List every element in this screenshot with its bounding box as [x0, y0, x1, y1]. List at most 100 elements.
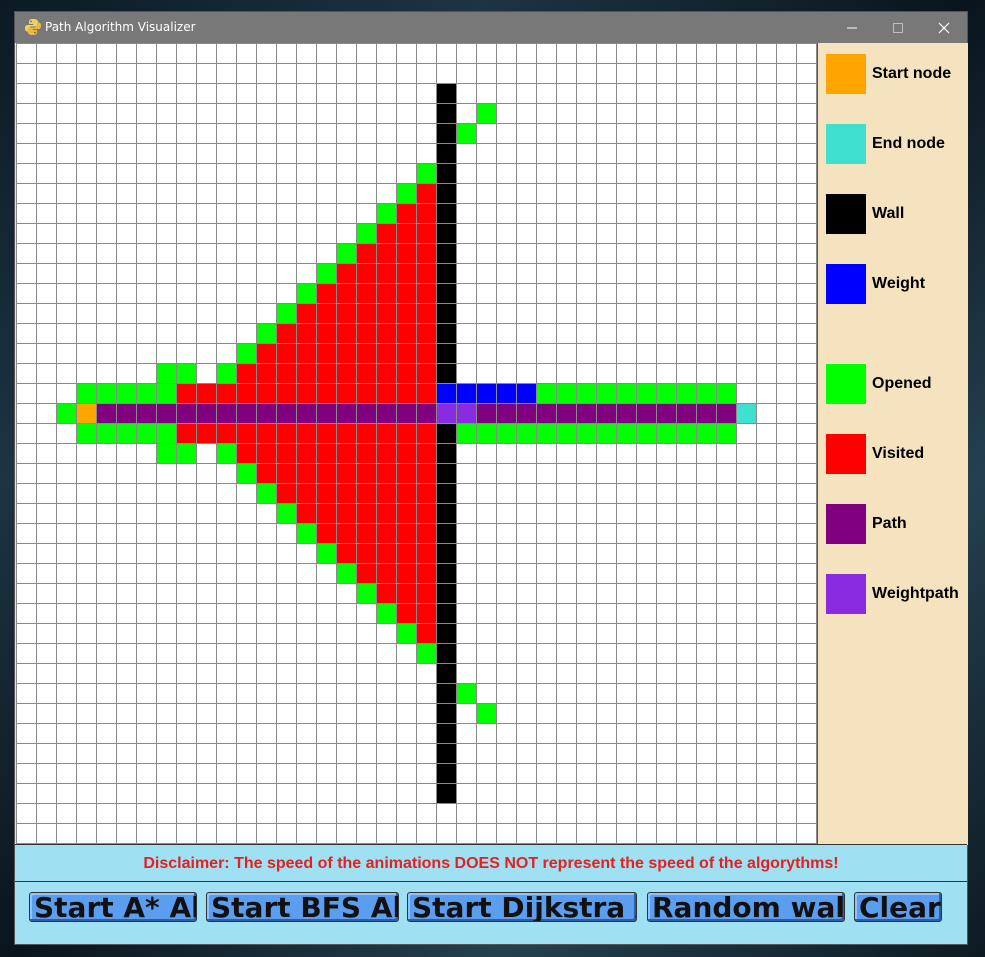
grid-cell[interactable] — [96, 523, 117, 544]
grid-cell[interactable] — [716, 583, 737, 604]
grid-cell[interactable] — [336, 763, 357, 784]
grid-cell[interactable] — [636, 323, 657, 344]
grid-cell[interactable] — [416, 583, 437, 604]
grid-cell[interactable] — [496, 683, 517, 704]
grid-cell[interactable] — [716, 43, 737, 64]
grid-cell[interactable] — [436, 63, 457, 84]
grid-cell[interactable] — [796, 643, 817, 664]
grid-cell[interactable] — [16, 463, 37, 484]
grid-cell[interactable] — [396, 183, 417, 204]
grid-cell[interactable] — [536, 543, 557, 564]
grid-cell[interactable] — [756, 43, 777, 64]
grid-cell[interactable] — [556, 83, 577, 104]
grid-cell[interactable] — [756, 263, 777, 284]
grid-cell[interactable] — [116, 763, 137, 784]
grid-cell[interactable] — [396, 163, 417, 184]
grid-cell[interactable] — [436, 143, 457, 164]
grid-cell[interactable] — [796, 743, 817, 764]
grid-cell[interactable] — [796, 43, 817, 64]
grid-cell[interactable] — [416, 763, 437, 784]
grid-cell[interactable] — [516, 363, 537, 384]
grid-cell[interactable] — [756, 423, 777, 444]
grid-cell[interactable] — [416, 403, 437, 424]
grid-cell[interactable] — [636, 543, 657, 564]
grid-cell[interactable] — [456, 763, 477, 784]
grid-cell[interactable] — [216, 463, 237, 484]
grid-cell[interactable] — [616, 703, 637, 724]
grid-cell[interactable] — [216, 263, 237, 284]
grid-cell[interactable] — [476, 243, 497, 264]
grid-cell[interactable] — [636, 263, 657, 284]
grid-cell[interactable] — [16, 263, 37, 284]
grid-cell[interactable] — [476, 643, 497, 664]
grid-cell[interactable] — [496, 443, 517, 464]
grid-cell[interactable] — [136, 503, 157, 524]
grid-cell[interactable] — [156, 623, 177, 644]
grid-cell[interactable] — [796, 663, 817, 684]
grid-cell[interactable] — [716, 803, 737, 824]
grid-cell[interactable] — [496, 703, 517, 724]
grid-cell[interactable] — [536, 223, 557, 244]
grid-cell[interactable] — [396, 263, 417, 284]
grid-cell[interactable] — [536, 203, 557, 224]
grid-cell[interactable] — [196, 523, 217, 544]
grid-cell[interactable] — [156, 363, 177, 384]
grid-cell[interactable] — [436, 463, 457, 484]
grid-cell[interactable] — [476, 523, 497, 544]
grid-cell[interactable] — [616, 683, 637, 704]
grid-cell[interactable] — [656, 603, 677, 624]
grid-cell[interactable] — [636, 663, 657, 684]
grid-cell[interactable] — [196, 143, 217, 164]
grid-cell[interactable] — [376, 703, 397, 724]
grid-cell[interactable] — [536, 83, 557, 104]
grid-cell[interactable] — [276, 243, 297, 264]
grid-cell[interactable] — [76, 483, 97, 504]
grid-cell[interactable] — [496, 823, 517, 844]
grid-cell[interactable] — [756, 103, 777, 124]
grid-cell[interactable] — [276, 303, 297, 324]
grid-cell[interactable] — [356, 363, 377, 384]
grid-cell[interactable] — [36, 43, 57, 64]
grid-cell[interactable] — [156, 743, 177, 764]
grid-cell[interactable] — [96, 483, 117, 504]
grid-cell[interactable] — [696, 583, 717, 604]
grid-cell[interactable] — [356, 703, 377, 724]
grid-cell[interactable] — [536, 423, 557, 444]
grid-cell[interactable] — [196, 623, 217, 644]
grid-cell[interactable] — [516, 543, 537, 564]
grid-cell[interactable] — [596, 503, 617, 524]
grid-cell[interactable] — [256, 783, 277, 804]
grid-cell[interactable] — [176, 383, 197, 404]
grid-cell[interactable] — [236, 403, 257, 424]
grid-canvas[interactable] — [16, 43, 817, 844]
grid-cell[interactable] — [296, 343, 317, 364]
grid-cell[interactable] — [236, 643, 257, 664]
grid-cell[interactable] — [156, 803, 177, 824]
grid-cell[interactable] — [776, 763, 797, 784]
grid-cell[interactable] — [56, 323, 77, 344]
grid-cell[interactable] — [196, 183, 217, 204]
grid-cell[interactable] — [216, 783, 237, 804]
grid-cell[interactable] — [796, 303, 817, 324]
grid-cell[interactable] — [676, 483, 697, 504]
grid-cell[interactable] — [436, 803, 457, 824]
grid-cell[interactable] — [76, 503, 97, 524]
grid-cell[interactable] — [396, 483, 417, 504]
grid-cell[interactable] — [796, 463, 817, 484]
grid-cell[interactable] — [536, 403, 557, 424]
grid-cell[interactable] — [756, 123, 777, 144]
grid-cell[interactable] — [556, 703, 577, 724]
grid-cell[interactable] — [636, 63, 657, 84]
grid-cell[interactable] — [296, 763, 317, 784]
grid-cell[interactable] — [676, 803, 697, 824]
grid-cell[interactable] — [516, 583, 537, 604]
grid-cell[interactable] — [276, 723, 297, 744]
grid-cell[interactable] — [416, 523, 437, 544]
grid-cell[interactable] — [396, 83, 417, 104]
grid-cell[interactable] — [56, 463, 77, 484]
grid-cell[interactable] — [416, 663, 437, 684]
grid-cell[interactable] — [556, 263, 577, 284]
grid-cell[interactable] — [216, 603, 237, 624]
grid-cell[interactable] — [696, 563, 717, 584]
grid-cell[interactable] — [356, 123, 377, 144]
